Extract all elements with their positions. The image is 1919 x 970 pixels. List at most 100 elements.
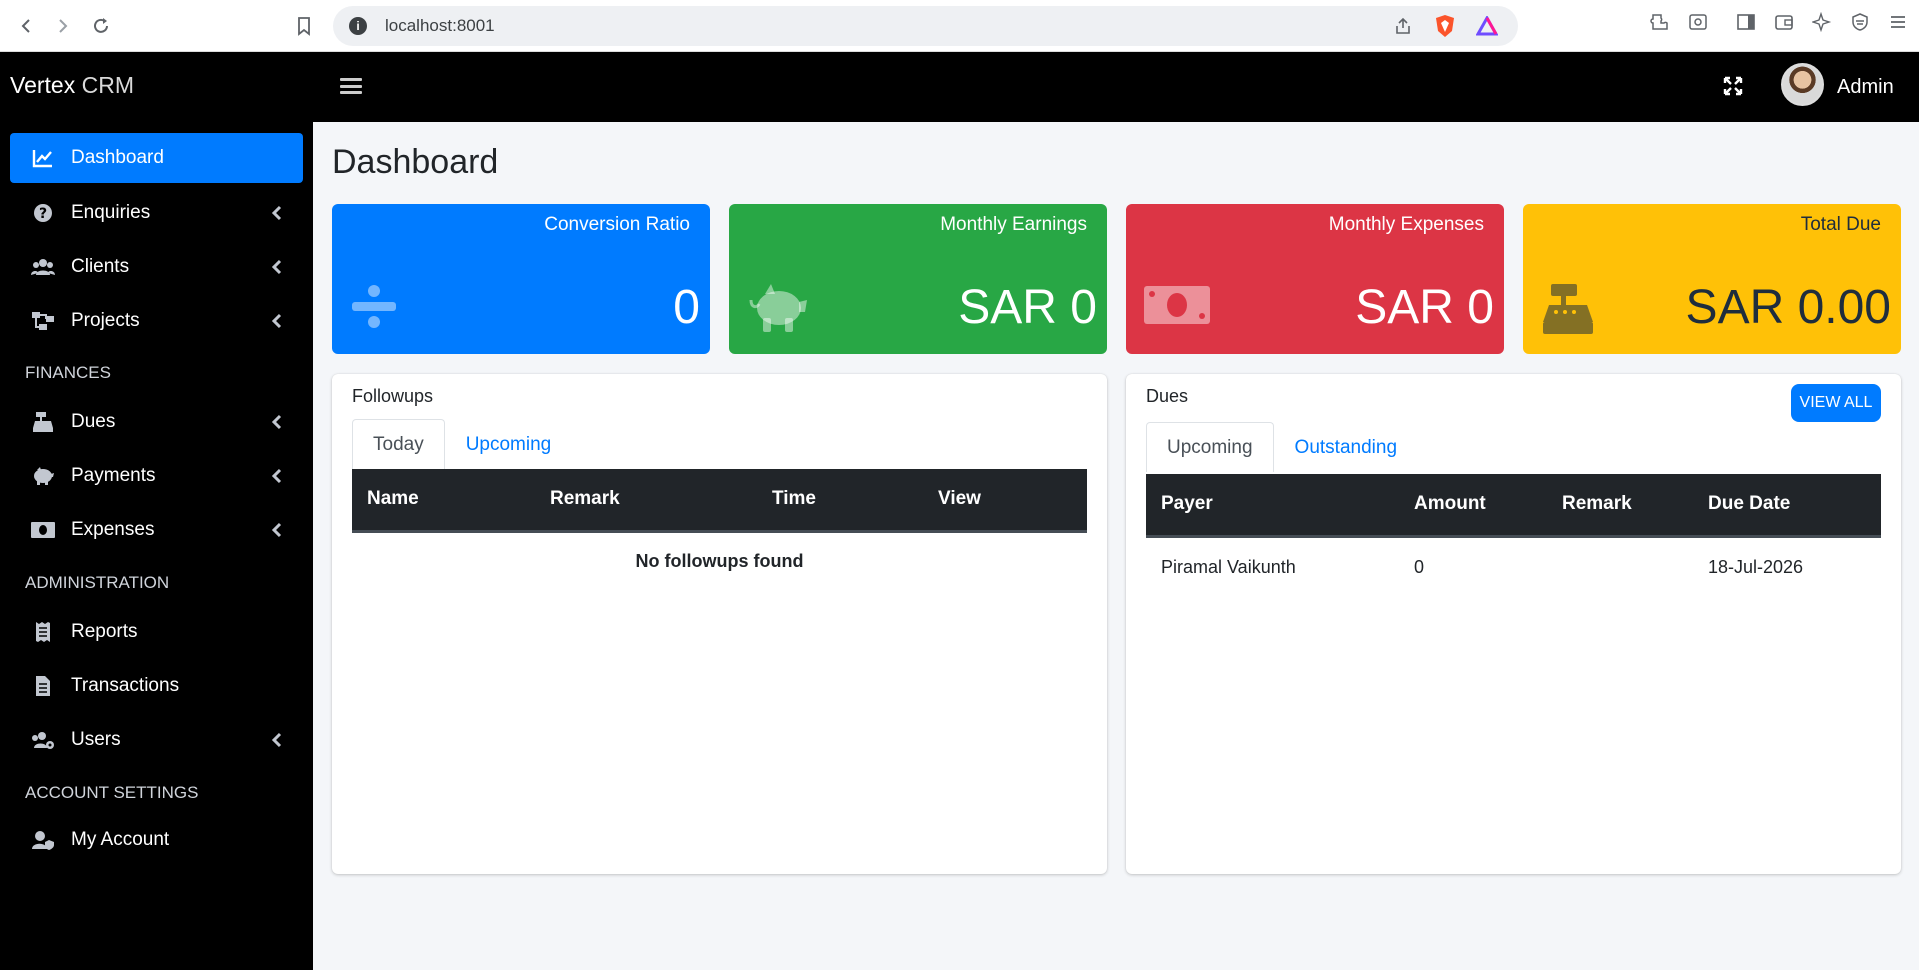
- stat-box-conversion-ratio: Conversion Ratio 0: [332, 204, 710, 354]
- table-row[interactable]: Piramal Vaikunth 0 18-Jul-2026: [1146, 536, 1881, 598]
- money-bill-icon: [31, 518, 55, 542]
- sidebar-item-label: Users: [71, 729, 121, 750]
- sidebar-item-label: Enquiries: [71, 202, 151, 223]
- sidebar-item-projects[interactable]: Projects: [10, 296, 303, 346]
- stat-value: SAR 0: [958, 281, 1097, 334]
- chart-line-icon: [31, 146, 55, 170]
- sidebar: Dashboard ? Enquiries Clients Projects F…: [0, 122, 313, 970]
- brave-shield-icon[interactable]: [1434, 15, 1456, 37]
- browser-toolbar: i localhost:8001: [0, 0, 1919, 52]
- receipt-icon: [31, 620, 55, 644]
- brand-name: Vertex: [10, 72, 76, 98]
- url-text: localhost:8001: [385, 16, 495, 35]
- bookmark-icon[interactable]: [289, 11, 319, 41]
- section-header-finances: FINANCES: [25, 363, 111, 382]
- file-invoice-icon: [31, 674, 55, 698]
- followups-table: Name Remark Time View No followups found: [352, 469, 1087, 591]
- reload-icon[interactable]: [86, 11, 116, 41]
- svg-text:?: ?: [39, 206, 47, 222]
- due-date-cell: 18-Jul-2026: [1708, 557, 1804, 578]
- column-header[interactable]: Remark: [535, 469, 757, 533]
- back-icon[interactable]: [12, 11, 42, 41]
- users-cog-icon: [31, 728, 55, 752]
- sidebar-item-label: My Account: [71, 829, 170, 850]
- column-header[interactable]: Payer: [1146, 474, 1399, 538]
- column-header[interactable]: Amount: [1399, 474, 1547, 538]
- piggy-bank-icon: [31, 464, 55, 488]
- stat-box-monthly-earnings: Monthly Earnings SAR 0: [729, 204, 1107, 354]
- chevron-left-icon: [271, 521, 283, 539]
- stat-label: Monthly Expenses: [1328, 214, 1484, 235]
- chevron-left-icon: [271, 204, 283, 222]
- app-navbar: Vertex CRM Admin: [0, 52, 1919, 122]
- sidebar-item-label: Transactions: [71, 675, 180, 696]
- column-header[interactable]: Time: [757, 469, 923, 533]
- column-header[interactable]: Name: [352, 469, 535, 533]
- tab-today[interactable]: Today: [352, 419, 445, 469]
- site-info-icon[interactable]: i: [349, 17, 367, 35]
- sidebar-item-transactions[interactable]: Transactions: [10, 661, 303, 711]
- sidebar-item-my-account[interactable]: My Account: [10, 815, 303, 865]
- vpn-shield-icon[interactable]: [1849, 11, 1871, 33]
- sidebar-toggle-button[interactable]: [340, 75, 362, 97]
- chevron-left-icon: [271, 413, 283, 431]
- menu-icon[interactable]: [1887, 11, 1909, 33]
- brave-rewards-icon[interactable]: [1476, 15, 1498, 37]
- dues-card: Dues VIEW ALL Upcoming Outstanding Payer…: [1126, 374, 1901, 874]
- leo-ai-icon[interactable]: [1811, 11, 1833, 33]
- section-header-account-settings: ACCOUNT SETTINGS: [25, 783, 199, 802]
- sidebar-item-dues[interactable]: Dues: [10, 397, 303, 447]
- sidebar-item-enquiries[interactable]: ? Enquiries: [10, 188, 303, 238]
- sidebar-item-dashboard[interactable]: Dashboard: [10, 133, 303, 183]
- sidebar-item-label: Clients: [71, 256, 130, 277]
- sidebar-item-clients[interactable]: Clients: [10, 242, 303, 292]
- chevron-left-icon: [271, 467, 283, 485]
- user-avatar[interactable]: [1781, 63, 1824, 106]
- followups-card: Followups Today Upcoming Name Remark Tim…: [332, 374, 1107, 874]
- column-header[interactable]: Remark: [1547, 474, 1693, 538]
- sidebar-item-label: Payments: [71, 465, 156, 486]
- view-all-button[interactable]: VIEW ALL: [1791, 384, 1881, 422]
- amount-cell: 0: [1414, 557, 1425, 578]
- extensions-icon[interactable]: [1649, 11, 1671, 33]
- payer-cell: Piramal Vaikunth: [1161, 557, 1296, 578]
- stat-label: Monthly Earnings: [940, 214, 1087, 235]
- card-title: Followups: [352, 386, 434, 406]
- followups-tabs: Today Upcoming: [352, 419, 572, 469]
- remark-cell: [1547, 536, 1693, 598]
- sidebar-item-expenses[interactable]: Expenses: [10, 505, 303, 555]
- sidebar-item-payments[interactable]: Payments: [10, 451, 303, 501]
- user-name[interactable]: Admin: [1837, 76, 1894, 99]
- card-title: Dues: [1146, 386, 1189, 406]
- brand-suffix: CRM: [75, 72, 134, 98]
- project-diagram-icon: [31, 309, 55, 333]
- money-bill-icon: [1144, 282, 1210, 332]
- sidebar-toggle-icon[interactable]: [1735, 11, 1757, 33]
- column-header[interactable]: View: [923, 469, 1087, 533]
- tab-outstanding[interactable]: Outstanding: [1274, 422, 1418, 472]
- find-in-page-icon[interactable]: [1687, 11, 1709, 33]
- forward-icon[interactable]: [47, 11, 77, 41]
- stat-box-total-due: Total Due SAR 0.00: [1523, 204, 1901, 354]
- cash-register-icon: [31, 410, 55, 434]
- chevron-left-icon: [271, 731, 283, 749]
- column-header[interactable]: Due Date: [1693, 474, 1881, 538]
- sidebar-item-reports[interactable]: Reports: [10, 607, 303, 657]
- sidebar-item-users[interactable]: Users: [10, 715, 303, 765]
- fullscreen-icon[interactable]: [1722, 75, 1744, 97]
- sidebar-item-label: Reports: [71, 621, 138, 642]
- tab-upcoming[interactable]: Upcoming: [445, 419, 573, 469]
- cash-register-icon: [1541, 282, 1593, 334]
- stat-label: Total Due: [1800, 214, 1881, 235]
- tab-upcoming[interactable]: Upcoming: [1146, 422, 1274, 472]
- page-title: Dashboard: [332, 143, 499, 181]
- wallet-icon[interactable]: [1773, 11, 1795, 33]
- stat-value: SAR 0.00: [1685, 281, 1891, 334]
- users-icon: [31, 255, 55, 279]
- piggy-bank-icon: [747, 282, 807, 332]
- chevron-left-icon: [271, 312, 283, 330]
- address-bar[interactable]: i localhost:8001: [333, 6, 1518, 46]
- share-icon[interactable]: [1392, 15, 1414, 37]
- brand-logo[interactable]: Vertex CRM: [10, 72, 134, 99]
- stat-label: Conversion Ratio: [544, 214, 690, 235]
